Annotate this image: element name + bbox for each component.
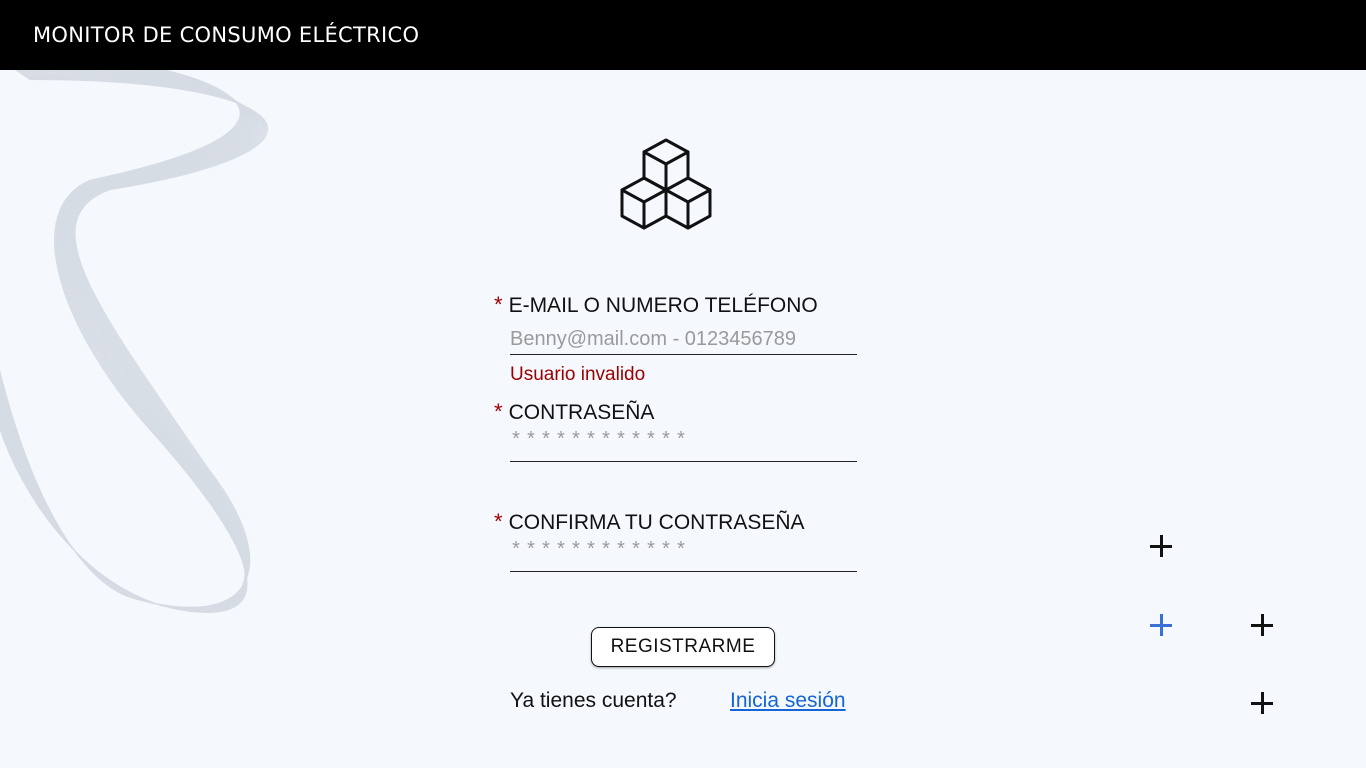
email-field-group: *E-MAIL O NUMERO TELÉFONO Usuario invali… — [494, 292, 858, 392]
email-error-message: Usuario invalido — [510, 364, 646, 385]
plus-icon — [1251, 692, 1273, 714]
login-link[interactable]: Inicia sesión — [730, 689, 846, 713]
app-title: MONITOR DE CONSUMO ELÉCTRICO — [33, 23, 420, 47]
password-input[interactable]: ************ — [510, 431, 857, 462]
required-mark: * — [494, 399, 503, 424]
confirm-password-field-group: * CONFIRMA TU CONTRASEÑA ************ — [494, 509, 858, 579]
cubes-icon — [620, 138, 712, 230]
have-account-text: Ya tienes cuenta? — [510, 689, 677, 712]
plus-icon-blue — [1150, 614, 1172, 636]
password-field-group: * CONTRASEÑA ************ — [494, 399, 858, 469]
plus-icon — [1150, 535, 1172, 557]
plus-icon — [1251, 614, 1273, 636]
email-input[interactable] — [510, 324, 857, 355]
required-mark: * — [494, 292, 503, 317]
app-header: MONITOR DE CONSUMO ELÉCTRICO — [0, 0, 1366, 70]
confirm-password-label: * CONFIRMA TU CONTRASEÑA — [494, 509, 805, 534]
required-mark: * — [494, 509, 503, 534]
confirm-password-input[interactable]: ************ — [510, 541, 857, 572]
wave-lines-decoration — [0, 70, 269, 613]
register-button[interactable]: REGISTRARME — [591, 627, 775, 667]
password-label: * CONTRASEÑA — [494, 399, 655, 424]
email-label: * E-MAIL O NUMERO TELÉFONO — [494, 292, 818, 317]
